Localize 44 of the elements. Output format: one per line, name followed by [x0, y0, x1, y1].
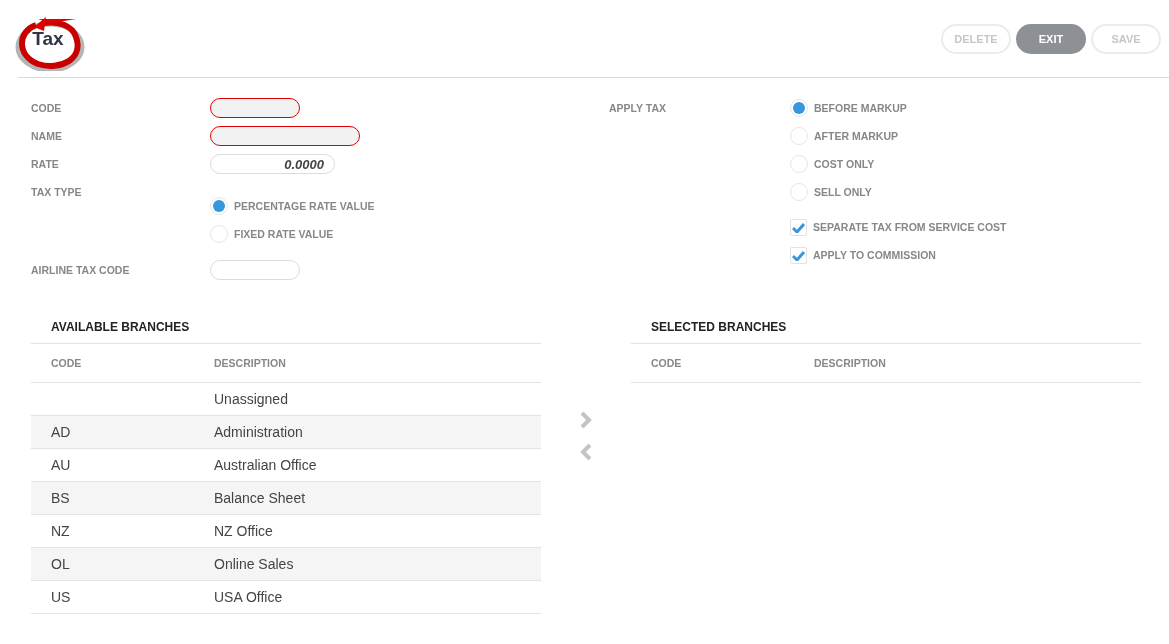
column-header: DESCRIPTION — [814, 357, 887, 369]
checkbox-label: SEPARATE TAX FROM SERVICE COST — [813, 221, 1007, 233]
radio-label: PERCENTAGE RATE VALUE — [234, 200, 375, 212]
table-cell-text: Balance Sheet — [214, 490, 307, 506]
field-label: APPLY TAX — [609, 101, 667, 114]
radio-label: COST ONLY — [814, 158, 875, 170]
table-cell-text: OL — [51, 556, 71, 572]
table-row[interactable]: AD Administration — [31, 416, 541, 449]
checkbox-label: APPLY TO COMMISSION — [813, 249, 936, 261]
radio-label: AFTER MARKUP — [814, 130, 898, 142]
input-field[interactable] — [210, 126, 360, 146]
check-icon — [792, 221, 805, 233]
checkbox[interactable] — [790, 246, 807, 264]
input-field[interactable]: 0.0000 — [210, 154, 335, 174]
radio-label: SELL ONLY — [814, 186, 872, 198]
check-icon — [792, 249, 805, 261]
table-cell-text: BS — [51, 490, 71, 506]
table-cell-text: AU — [51, 457, 72, 473]
table-row[interactable]: BS Balance Sheet — [31, 482, 541, 515]
radio-label: FIXED RATE VALUE — [234, 228, 334, 240]
column-header: CODE — [651, 357, 683, 369]
field-label: AIRLINE TAX CODE — [31, 264, 131, 276]
table-title: SELECTED BRANCHES — [631, 310, 1141, 344]
table-cell-text: US — [51, 589, 72, 605]
field-label: TAX TYPE — [31, 185, 83, 198]
radio-label: BEFORE MARKUP — [814, 102, 907, 114]
input-field[interactable] — [210, 98, 300, 118]
field-label: NAME — [31, 130, 63, 142]
table-cell-text: AD — [51, 424, 72, 440]
table-title: AVAILABLE BRANCHES — [31, 310, 541, 344]
column-header: CODE — [51, 357, 83, 369]
table-cell-text: NZ Office — [214, 523, 274, 539]
table-cell-text: Online Sales — [214, 556, 295, 572]
table-cell-text: Unassigned — [214, 391, 289, 407]
checkbox[interactable] — [790, 218, 807, 236]
table-cell-text: USA Office — [214, 589, 284, 605]
table-row[interactable]: OL Online Sales — [31, 548, 541, 581]
field-label: CODE — [31, 102, 63, 114]
table-cell-text: Australian Office — [214, 457, 318, 473]
page-title: Tax — [32, 27, 64, 50]
column-header: DESCRIPTION — [214, 357, 287, 369]
field-label: RATE — [31, 158, 60, 170]
table-cell-text: NZ — [51, 523, 71, 539]
table-cell-text: Administration — [214, 424, 304, 440]
